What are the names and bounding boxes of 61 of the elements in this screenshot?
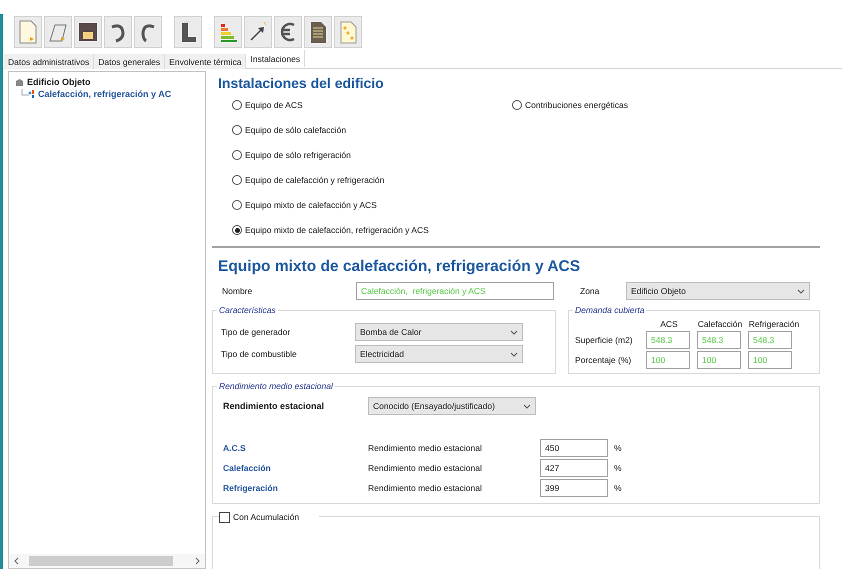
field-label: Rendimiento estacional (223, 401, 326, 411)
toolbar-button[interactable] (74, 16, 102, 48)
radio-option[interactable]: Equipo de sólo refrigeración (232, 147, 512, 163)
chevron-down-icon (523, 404, 531, 408)
storage-checkbox[interactable]: Con Acumulación (219, 509, 320, 525)
field-label: Nombre (222, 286, 254, 296)
chevron-down-icon (797, 288, 805, 294)
tree-connector-icon (21, 89, 35, 99)
value-field[interactable]: 450 (540, 439, 608, 457)
tree-item[interactable]: Edificio Objeto (27, 77, 91, 87)
group-legend: Demanda cubierta (573, 305, 646, 315)
field-label: Tipo de generador (221, 327, 292, 337)
radio-option[interactable]: Equipo de sólo calefacción (232, 122, 512, 138)
scroll-left-icon (13, 557, 21, 565)
unit-label: % (614, 483, 622, 493)
toolbar-button[interactable] (104, 16, 132, 48)
toolbar-button[interactable] (134, 16, 162, 48)
field-label: Superficie (m2) (575, 335, 634, 345)
toolbar-button[interactable] (274, 16, 302, 48)
building-icon (15, 78, 24, 86)
section-title: Equipo mixto de calefacción, refrigeración y ACS (218, 258, 582, 276)
field-label: Rendimiento medio estacional (368, 443, 483, 453)
section-title: Instalaciones del edificio (218, 75, 385, 91)
column-header: Refrigeración (748, 319, 800, 329)
column-header: ACS (660, 319, 678, 329)
chevron-down-icon (510, 330, 518, 334)
field-label: Porcentaje (%) (575, 355, 632, 365)
category-label: Refrigeración (223, 483, 279, 493)
toolbar-button[interactable] (174, 16, 202, 48)
tree-item[interactable]: Calefacción, refrigeración y AC (38, 89, 172, 99)
unit-label: % (614, 463, 622, 473)
value-field[interactable]: 399 (540, 479, 608, 497)
category-label: A.C.S (223, 443, 247, 453)
dropdown[interactable]: Conocido (Ensayado/justificado) (368, 397, 536, 415)
group-legend: Características (217, 305, 278, 315)
chevron-down-icon (510, 352, 518, 356)
value-field[interactable]: 427 (540, 459, 608, 477)
radio-option[interactable]: Equipo mixto de calefacción y ACS (232, 197, 512, 213)
field-label: Rendimiento medio estacional (368, 463, 483, 473)
dropdown[interactable]: Bomba de Calor (355, 323, 523, 341)
category-label: Calefacción (223, 463, 272, 473)
unit-label: % (614, 443, 622, 453)
field-label: Zona (580, 286, 600, 296)
toolbar-button[interactable] (304, 16, 332, 48)
field-label: Rendimiento medio estacional (368, 483, 483, 493)
tab[interactable]: Datos administrativos (4, 54, 94, 69)
tab[interactable]: Envolvente térmica (165, 54, 246, 69)
group-legend: Rendimiento medio estacional (217, 381, 335, 391)
radio-option[interactable]: Equipo mixto de calefacción, refrigeración y ACS (232, 222, 512, 238)
radio-option[interactable]: Equipo de calefacción y refrigeración (232, 172, 512, 188)
field-label: Tipo de combustible (221, 349, 298, 359)
radio-option[interactable]: Equipo de ACS (232, 97, 512, 113)
toolbar-button[interactable] (44, 16, 72, 48)
column-header: Calefacción (698, 319, 742, 329)
horizontal-scrollbar[interactable] (9, 554, 205, 568)
tab[interactable]: Datos generales (94, 54, 166, 69)
radio-option[interactable]: Contribuciones energéticas (512, 97, 820, 113)
scroll-right-icon (193, 557, 201, 565)
zone-select[interactable]: Edificio Objeto (626, 282, 810, 300)
dropdown[interactable]: Electricidad (355, 345, 523, 363)
toolbar-button[interactable] (244, 16, 272, 48)
